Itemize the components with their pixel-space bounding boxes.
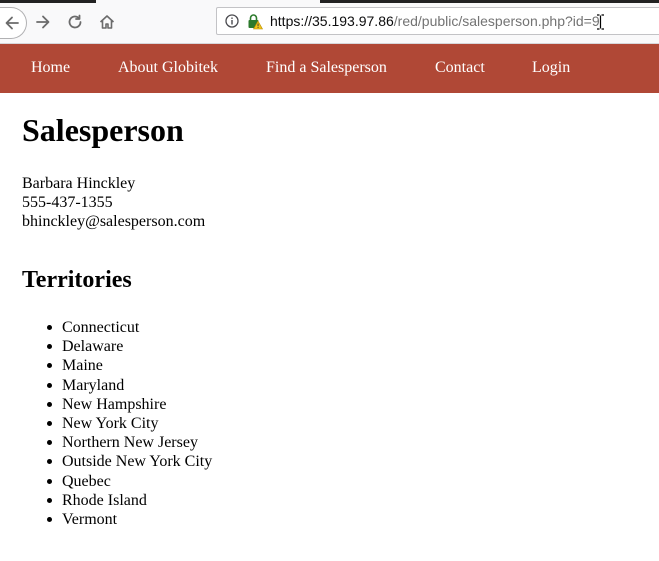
url-bar[interactable]: https://35.193.97.86/red/public/salesper… <box>216 7 659 35</box>
list-item: New Hampshire <box>22 395 212 414</box>
tab-indicator <box>320 0 659 3</box>
list-item: Maryland <box>22 376 212 395</box>
url-text[interactable]: https://35.193.97.86/red/public/salesper… <box>270 13 600 29</box>
back-button[interactable] <box>0 7 27 39</box>
salesperson-phone: 555-437-1355 <box>22 194 113 211</box>
page-title: Salesperson <box>22 112 184 148</box>
arrow-left-icon <box>5 16 19 30</box>
nav-find-salesperson-link[interactable]: Find a Salesperson <box>266 59 387 77</box>
salesperson-email: bhinckley@salesperson.com <box>22 213 206 230</box>
salesperson-name: Barbara Hinckley <box>22 175 136 192</box>
list-item: Northern New Jersey <box>22 433 212 452</box>
insecure-lock-icon[interactable] <box>247 13 263 30</box>
arrow-right-icon <box>36 15 50 29</box>
list-item: Outside New York City <box>22 452 212 471</box>
reload-icon <box>68 14 82 29</box>
list-item: New York City <box>22 414 212 433</box>
url-path: /red/public/salesperson.php?id=9 <box>393 13 600 29</box>
nav-login-link[interactable]: Login <box>532 59 570 77</box>
home-icon <box>99 15 115 29</box>
info-icon[interactable] <box>225 14 239 28</box>
tab-indicator <box>0 0 96 3</box>
list-item: Connecticut <box>22 318 212 337</box>
forward-button[interactable] <box>30 9 56 35</box>
browser-toolbar: https://35.193.97.86/red/public/salesper… <box>0 0 659 44</box>
list-item: Maine <box>22 356 212 375</box>
list-item: Delaware <box>22 337 212 356</box>
nav-home-link[interactable]: Home <box>31 59 70 77</box>
list-item: Rhode Island <box>22 491 212 510</box>
url-host: https://35.193.97.86 <box>270 13 394 29</box>
territory-list: Connecticut Delaware Maine Maryland New … <box>22 318 212 529</box>
nav-about-link[interactable]: About Globitek <box>118 59 218 77</box>
territories-heading: Territories <box>22 267 132 293</box>
text-cursor-icon <box>597 14 604 30</box>
reload-button[interactable] <box>62 9 88 35</box>
nav-contact-link[interactable]: Contact <box>435 59 485 77</box>
home-button[interactable] <box>94 9 120 35</box>
list-item: Vermont <box>22 510 212 529</box>
site-nav: Home About Globitek Find a Salesperson C… <box>0 44 659 93</box>
list-item: Quebec <box>22 472 212 491</box>
